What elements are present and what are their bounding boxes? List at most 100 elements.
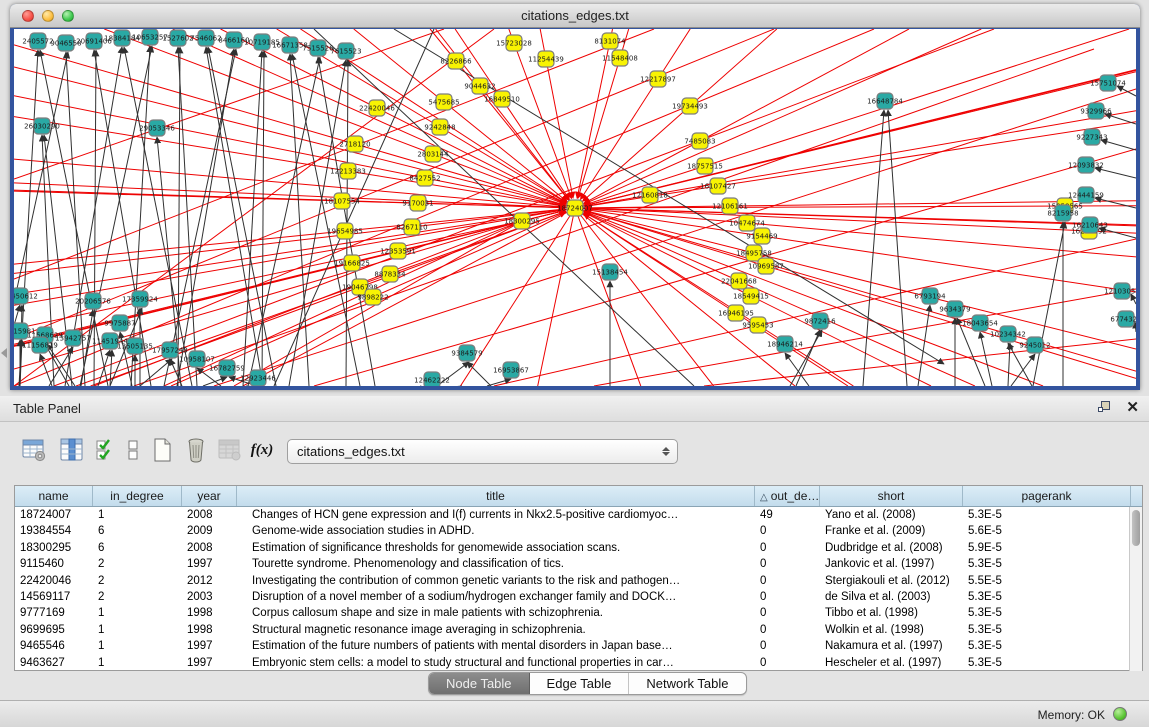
table-row[interactable]: 1830029562008Estimation of significance … <box>15 540 1142 556</box>
new-table-icon[interactable] <box>148 436 176 464</box>
red-edge <box>754 253 1136 349</box>
graph-node[interactable]: 2803144 <box>417 146 449 162</box>
show-column-icon[interactable] <box>58 436 86 464</box>
network-canvas[interactable]: 1830029522420046271812012213383181075541… <box>14 29 1136 386</box>
node-label: 10958107 <box>179 356 215 364</box>
graph-node[interactable]: 8267110 <box>396 219 427 235</box>
cell: 18724007 <box>15 507 93 523</box>
graph-node[interactable]: 8131074 <box>594 33 626 49</box>
cell: 5.5E-5 <box>963 573 1131 589</box>
float-panel-icon[interactable] <box>1098 400 1114 416</box>
graph-node[interactable]: 10234342 <box>990 326 1026 342</box>
table-row[interactable]: 946362711997Embryonic stem cells: a mode… <box>15 655 1142 671</box>
scrollbar-thumb[interactable] <box>1132 510 1140 546</box>
graph-node[interactable]: 11254439 <box>528 51 564 67</box>
column-header-in_degree[interactable]: in_degree <box>93 486 182 506</box>
graph-node[interactable]: 18549415 <box>733 288 769 304</box>
node-label: 7485083 <box>684 138 715 146</box>
graph-node[interactable]: 1527602 <box>162 30 193 46</box>
node-label: 13942757 <box>55 335 91 343</box>
graph-node[interactable]: 2405572 <box>22 33 53 49</box>
graph-node[interactable]: 9872416 <box>804 313 836 329</box>
graph-node[interactable]: 9595453 <box>742 317 773 333</box>
column-header-short[interactable]: short <box>820 486 963 506</box>
node-label: 18107554 <box>324 198 360 206</box>
window-titlebar[interactable]: citations_edges.txt <box>10 4 1140 28</box>
graph-node[interactable]: 6793194 <box>914 288 946 304</box>
table-row[interactable]: 969969511998Structural magnetic resonanc… <box>15 622 1142 638</box>
column-header-out_de[interactable]: △out_de… <box>755 486 820 506</box>
node-label: 16849510 <box>484 96 520 104</box>
cell: 5.3E-5 <box>963 605 1131 621</box>
tab-node-table[interactable]: Node Table <box>429 673 530 694</box>
graph-node[interactable]: 9227343 <box>1076 129 1107 145</box>
graph-node[interactable]: 9170031 <box>402 195 433 211</box>
graph-node[interactable]: 12217897 <box>640 71 676 87</box>
red-edge <box>14 208 575 294</box>
row-height-icon[interactable] <box>119 436 147 464</box>
red-edge <box>690 29 777 106</box>
graph-node[interactable]: 12103054 <box>1104 283 1136 299</box>
graph-node[interactable]: 7615523 <box>330 43 361 59</box>
vertical-scrollbar[interactable] <box>1129 507 1142 671</box>
graph-node[interactable]: 12106161 <box>712 198 748 214</box>
graph-node[interactable]: 18757515 <box>687 158 723 174</box>
column-header-pagerank[interactable]: pagerank <box>963 486 1131 506</box>
node-label: 5475685 <box>428 99 459 107</box>
cell: Estimation of significance thresholds fo… <box>237 540 755 556</box>
function-builder-icon[interactable]: f(x) <box>248 436 276 464</box>
table-settings-icon[interactable] <box>20 436 48 464</box>
graph-node[interactable]: 9634379 <box>939 301 970 317</box>
table-row[interactable]: 1938455462009Genome-wide association stu… <box>15 523 1142 539</box>
graph-node[interactable]: 8427552 <box>409 170 440 186</box>
red-edge <box>444 102 567 202</box>
node-label: 16210643 <box>1072 222 1108 230</box>
graph-node[interactable]: 16953867 <box>493 362 529 378</box>
graph-node[interactable]: 7546062 <box>190 30 221 46</box>
table-row[interactable]: 1456911722003Disruption of a novel membe… <box>15 589 1142 605</box>
tab-edge-table[interactable]: Edge Table <box>530 673 630 694</box>
table-row[interactable]: 911546021997Tourette syndrome. Phenomeno… <box>15 556 1142 572</box>
graph-node[interactable]: 22420046 <box>359 100 395 116</box>
graph-node[interactable]: 16648784 <box>867 93 903 109</box>
cell: 14569117 <box>15 589 93 605</box>
node-label: 18300295 <box>504 218 540 226</box>
graph-node[interactable]: 6774321 <box>1110 311 1136 327</box>
cell: 1 <box>93 655 182 671</box>
column-header-title[interactable]: title <box>237 486 755 506</box>
red-edge <box>14 208 575 305</box>
graph-node[interactable]: 12353591 <box>380 243 416 259</box>
cell: 1998 <box>182 622 237 638</box>
column-header-name[interactable]: name <box>15 486 93 506</box>
graph-node[interactable]: 15138454 <box>592 264 628 280</box>
select-columns-icon[interactable] <box>92 436 120 464</box>
tab-network-table[interactable]: Network Table <box>629 673 745 694</box>
node-label: 11156819 <box>22 342 58 350</box>
black-edge <box>1105 114 1136 124</box>
graph-node[interactable]: 9044632 <box>464 78 495 94</box>
graph-node[interactable]: 12923446 <box>240 370 276 386</box>
graph-node[interactable]: 9242848 <box>424 119 455 135</box>
close-panel-icon[interactable]: ✕ <box>1126 400 1139 416</box>
table-row[interactable]: 2242004622012Investigating the contribut… <box>15 573 1142 589</box>
cell: 5.3E-5 <box>963 507 1131 523</box>
splitter-collapse-arrow[interactable] <box>1 348 7 358</box>
table-row[interactable]: 1872400712008Changes of HCN gene express… <box>15 507 1142 523</box>
memory-ok-icon[interactable] <box>1113 707 1127 721</box>
table-select-dropdown[interactable]: citations_edges.txt <box>287 439 678 464</box>
node-label: 2405572 <box>22 38 53 46</box>
node-label: 9384579 <box>451 350 482 358</box>
column-header-year[interactable]: year <box>182 486 237 506</box>
graph-node[interactable]: 8226866 <box>440 53 472 69</box>
graph-node[interactable]: 18043654 <box>962 315 998 331</box>
graph-node[interactable]: 12462222 <box>414 372 450 386</box>
table-row[interactable]: 977716911998Corpus callosum shape and si… <box>15 605 1142 621</box>
delete-rows-icon[interactable] <box>182 436 210 464</box>
cell: 0 <box>755 556 820 572</box>
graph-node[interactable]: 5475685 <box>428 94 459 110</box>
cell: 0 <box>755 523 820 539</box>
graph-node[interactable]: 16107427 <box>700 178 736 194</box>
graph-node[interactable]: 12444159 <box>1068 187 1104 203</box>
graph-node[interactable]: 15723028 <box>496 35 532 51</box>
table-row[interactable]: 946554611997Estimation of the future num… <box>15 638 1142 654</box>
